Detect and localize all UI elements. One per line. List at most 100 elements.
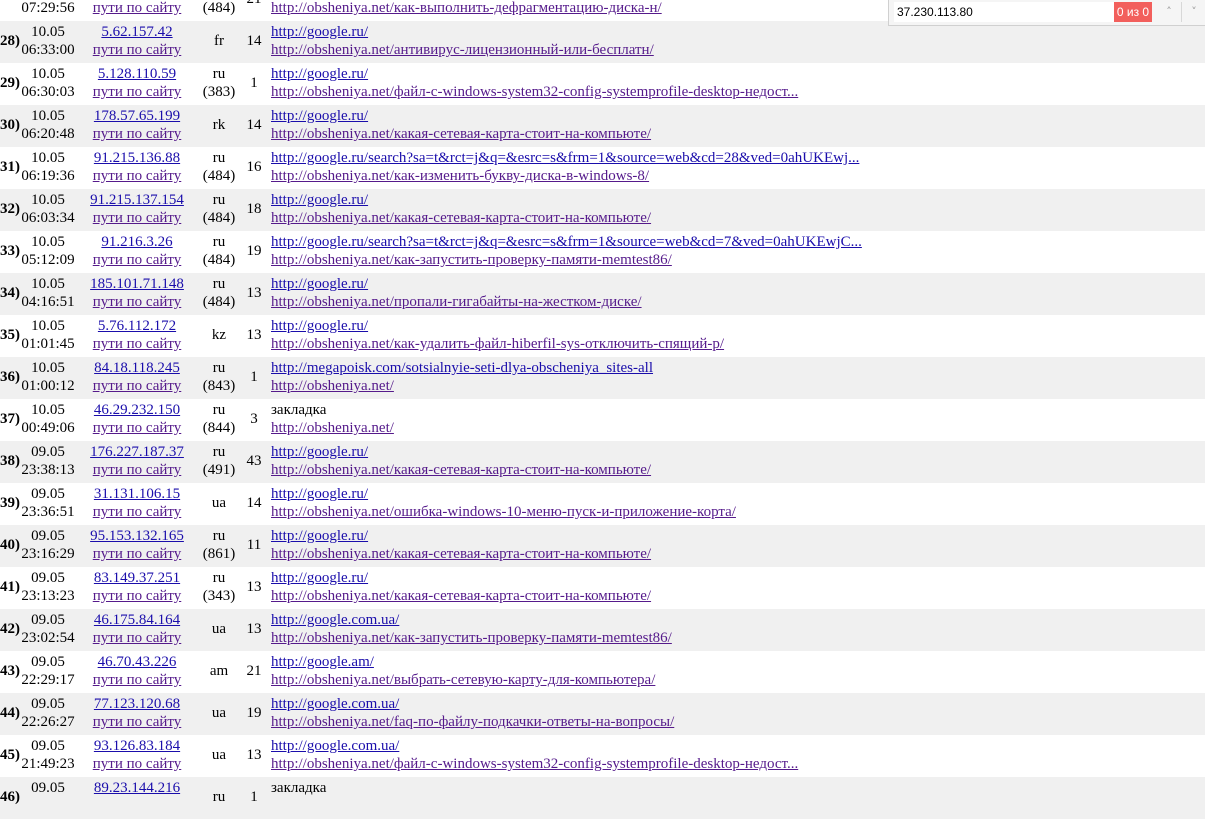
site-paths-link[interactable]: пути по сайту [93,504,182,520]
page-link[interactable]: http://obsheniya.net/какая-сетевая-карта… [271,210,651,226]
ip-link[interactable]: 5.128.110.59 [98,66,176,82]
table-row: 46) 09.05 89.23.144.216 ru 1 закладка [0,777,1205,819]
referrer-link[interactable]: http://google.com.ua/ [271,738,399,754]
referrer-link[interactable]: http://google.ru/ [271,528,368,544]
ip-link[interactable]: 5.76.112.172 [98,318,176,334]
paths-cell: пути по сайту [84,713,190,731]
site-paths-link[interactable]: пути по сайту [93,252,182,268]
referrer-link[interactable]: http://google.ru/ [271,486,368,502]
site-paths-link[interactable]: пути по сайту [93,420,182,436]
row-index: 29) [0,75,20,91]
ip-link[interactable]: 31.131.106.15 [94,486,180,502]
referrer-link[interactable]: http://google.ru/ [271,276,368,292]
site-paths-link[interactable]: пути по сайту [93,126,182,142]
ip-link[interactable]: 185.101.71.148 [90,276,184,292]
referrer-cell: http://google.ru/ [271,107,368,125]
page-link[interactable]: http://obsheniya.net/какая-сетевая-карта… [271,126,651,142]
page-link[interactable]: http://obsheniya.net/антивирус-лицензион… [271,42,654,58]
ip-link[interactable]: 89.23.144.216 [94,780,180,796]
chevron-down-icon[interactable]: ˅ [1181,2,1205,22]
find-bar: 0 из 0 ˄ ˅ [888,0,1205,26]
referrer-link[interactable]: http://google.ru/ [271,108,368,124]
ip-link[interactable]: 178.57.65.199 [94,108,180,124]
site-paths-link[interactable]: пути по сайту [93,42,182,58]
table-row: 33) 10.05 05:12:09 91.216.3.26 пути по сайту… [0,231,1205,273]
referrer-link[interactable]: http://google.ru/search?sa=t&rct=j&q=&es… [271,150,859,166]
site-paths-link[interactable]: пути по сайту [93,336,182,352]
page-cell: http://obsheniya.net/как-запустить-прове… [271,629,672,647]
country-code: ru [212,66,226,82]
referrer-link[interactable]: http://google.ru/ [271,66,368,82]
visit-count: (844) [202,420,236,436]
ip-link[interactable]: 77.123.120.68 [94,696,180,712]
site-paths-link[interactable]: пути по сайту [93,588,182,604]
site-paths-link[interactable]: пути по сайту [93,714,182,730]
site-paths-link[interactable]: пути по сайту [93,546,182,562]
ip-link[interactable]: 176.227.187.37 [90,444,184,460]
referrer-link[interactable]: http://megapoisk.com/sotsialnyie-seti-dl… [271,360,653,376]
page-link[interactable]: http://obsheniya.net/ошибка-windows-10-м… [271,504,736,520]
page-link[interactable]: http://obsheniya.net/как-запустить-прове… [271,252,672,268]
ip-link[interactable]: 84.18.118.245 [94,360,180,376]
page-link[interactable]: http://obsheniya.net/как-запустить-прове… [271,630,672,646]
referrer-cell: http://google.ru/ [271,317,368,335]
page-link[interactable]: http://obsheniya.net/как-выполнить-дефра… [271,0,662,16]
ip-link[interactable]: 46.70.43.226 [98,654,177,670]
ip-link[interactable]: 46.175.84.164 [94,612,180,628]
site-paths-link[interactable]: пути по сайту [93,630,182,646]
referrer-link[interactable]: http://google.ru/ [271,318,368,334]
ip-link[interactable]: 91.216.3.26 [101,234,172,250]
ip-link[interactable]: 95.153.132.165 [90,528,184,544]
page-link[interactable]: http://obsheniya.net/как-удалить-файл-hi… [271,336,724,352]
site-paths-link[interactable]: пути по сайту [93,756,182,772]
page-depth: 21 [246,663,262,679]
page-link[interactable]: http://obsheniya.net/ [271,378,394,394]
site-paths-link[interactable]: пути по сайту [93,462,182,478]
referrer-link[interactable]: http://google.ru/search?sa=t&rct=j&q=&es… [271,234,862,250]
visit-count: (484) [202,168,236,184]
site-paths-link[interactable]: пути по сайту [93,168,182,184]
referrer-link[interactable]: http://google.ru/ [271,444,368,460]
table-row: 28) 10.05 06:33:00 5.62.157.42 пути по сайту… [0,21,1205,63]
ip-link[interactable]: 46.29.232.150 [94,402,180,418]
referrer-link[interactable]: http://google.ru/ [271,192,368,208]
referrer-link[interactable]: http://google.com.ua/ [271,696,399,712]
page-link[interactable]: http://obsheniya.net/какая-сетевая-карта… [271,462,651,478]
page-link[interactable]: http://obsheniya.net/какая-сетевая-карта… [271,588,651,604]
page-depth: 1 [250,369,258,385]
referrer-link[interactable]: http://google.am/ [271,654,374,670]
visit-time: 22:26:27 [21,714,75,730]
page-link[interactable]: http://obsheniya.net/какая-сетевая-карта… [271,546,651,562]
ip-link[interactable]: 83.149.37.251 [94,570,180,586]
site-paths-link[interactable]: пути по сайту [93,210,182,226]
site-paths-link[interactable]: пути по сайту [93,84,182,100]
table-row: 45) 09.05 21:49:23 93.126.83.184 пути по сай… [0,735,1205,777]
ip-link[interactable]: 91.215.137.154 [90,192,184,208]
referrer-cell: http://google.ru/search?sa=t&rct=j&q=&es… [271,149,859,167]
referrer-link[interactable]: http://google.com.ua/ [271,612,399,628]
site-paths-link[interactable]: пути по сайту [93,672,182,688]
chevron-up-icon[interactable]: ˄ [1157,2,1181,22]
page-link[interactable]: http://obsheniya.net/пропали-гигабайты-н… [271,294,642,310]
site-paths-link[interactable]: пути по сайту [93,378,182,394]
page-link[interactable]: http://obsheniya.net/файл-c-windows-syst… [271,84,798,100]
ip-link[interactable]: 93.126.83.184 [94,738,180,754]
page-link[interactable]: http://obsheniya.net/ [271,420,394,436]
site-paths-link[interactable]: пути по сайту [93,294,182,310]
page-cell: http://obsheniya.net/какая-сетевая-карта… [271,209,651,227]
row-index: 41) [0,579,20,595]
ip-link[interactable]: 91.215.136.88 [94,150,180,166]
referrer-link[interactable]: http://google.ru/ [271,570,368,586]
referrer-cell: http://google.ru/ [271,23,368,41]
ip-link[interactable]: 5.62.157.42 [101,24,172,40]
paths-cell: пути по сайту [84,545,190,563]
site-paths-link[interactable]: пути по сайту [93,0,182,16]
page-link[interactable]: http://obsheniya.net/выбрать-сетевую-кар… [271,672,655,688]
referrer-link[interactable]: http://google.ru/ [271,24,368,40]
page-link[interactable]: http://obsheniya.net/как-изменить-букву-… [271,168,649,184]
visit-count: (484) [202,210,236,226]
page-link[interactable]: http://obsheniya.net/файл-c-windows-syst… [271,756,798,772]
find-input[interactable] [894,2,1114,22]
page-link[interactable]: http://obsheniya.net/faq-по-файлу-подкач… [271,714,674,730]
country-code: ru [212,150,226,166]
